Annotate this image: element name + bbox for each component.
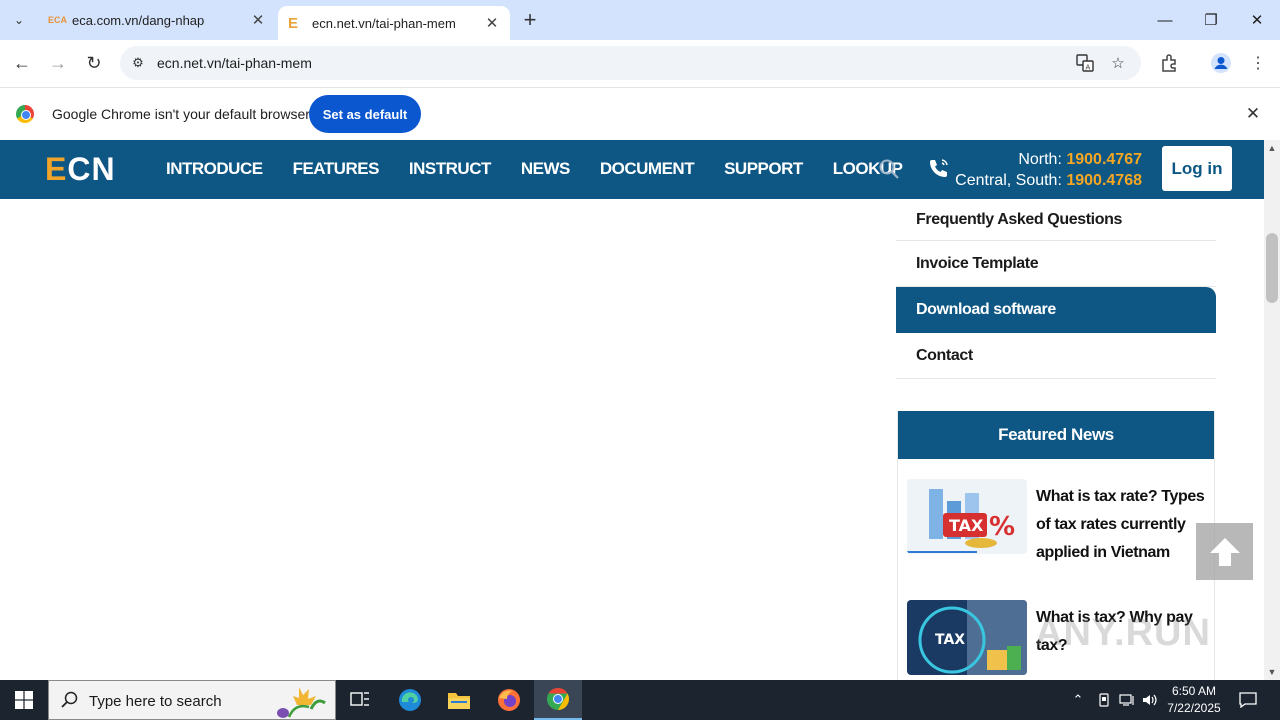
tab-eca[interactable]: ECA eca.com.vn/dang-nhap ✕ xyxy=(38,0,276,40)
scroll-down-arrow-icon[interactable]: ▼ xyxy=(1264,664,1280,680)
tab-title: eca.com.vn/dang-nhap xyxy=(72,12,205,28)
north-number[interactable]: 1900.4767 xyxy=(1066,151,1142,168)
svg-text:TAX: TAX xyxy=(935,632,965,648)
site-info-icon[interactable]: ⚙ xyxy=(128,53,148,73)
infobar-message: Google Chrome isn't your default browser xyxy=(52,106,310,122)
login-button[interactable]: Log in xyxy=(1162,146,1232,191)
search-highlight-icon xyxy=(277,687,326,718)
url-text: ecn.net.vn/tai-phan-mem xyxy=(157,55,312,71)
windows-logo-icon xyxy=(15,691,33,709)
nav-introduce[interactable]: INTRODUCE xyxy=(166,159,263,179)
chrome-taskbar-icon[interactable] xyxy=(534,680,582,720)
svg-text:TAX: TAX xyxy=(949,516,984,535)
clock-date: 7/22/2025 xyxy=(1167,701,1221,715)
sidebar-item-invoice-template[interactable]: Invoice Template xyxy=(896,241,1216,287)
search-icon[interactable] xyxy=(878,158,900,180)
phone-icon xyxy=(928,157,950,179)
tab-title: ecn.net.vn/tai-phan-mem xyxy=(312,15,456,31)
svg-text:A: A xyxy=(1086,64,1091,72)
ecn-favicon-icon: E xyxy=(288,14,299,32)
window-close-button[interactable]: ✕ xyxy=(1234,0,1280,40)
back-button[interactable]: ← xyxy=(7,48,37,78)
nav-instruct[interactable]: INSTRUCT xyxy=(409,159,491,179)
tab-strip: ⌄ ECA eca.com.vn/dang-nhap ✕ E ecn.net.v… xyxy=(0,0,1280,40)
scroll-up-arrow-icon[interactable]: ▲ xyxy=(1264,140,1280,156)
news-title[interactable]: What is tax rate? Types of tax rates cur… xyxy=(1036,483,1206,567)
eca-favicon-icon: ECA xyxy=(48,15,68,25)
anyrun-watermark: ANY.RUN xyxy=(1035,612,1211,654)
default-browser-infobar: Google Chrome isn't your default browser… xyxy=(0,87,1280,140)
profile-avatar-icon[interactable] xyxy=(1208,50,1234,76)
browser-toolbar: ← → ↻ ⚙ ecn.net.vn/tai-phan-mem A ☆ ⋮ xyxy=(0,40,1280,86)
south-number[interactable]: 1900.4768 xyxy=(1066,172,1142,189)
nav-features[interactable]: FEATURES xyxy=(293,159,380,179)
file-explorer-icon[interactable] xyxy=(435,680,483,720)
extensions-icon[interactable] xyxy=(1156,50,1182,76)
menu-kebab-icon[interactable]: ⋮ xyxy=(1245,50,1271,76)
start-button[interactable] xyxy=(0,680,48,720)
chrome-logo-icon xyxy=(16,105,34,123)
featured-news-heading: Featured News xyxy=(898,411,1214,459)
nav-news[interactable]: NEWS xyxy=(521,159,571,179)
svg-text:%: % xyxy=(989,512,1015,542)
south-label: Central, South: xyxy=(955,172,1062,189)
scroll-thumb[interactable] xyxy=(1266,233,1278,303)
windows-taskbar: Type here to search ⌃ 6:50 AM 7/22/2025 xyxy=(0,680,1280,720)
translate-icon[interactable]: A xyxy=(1075,53,1095,73)
close-icon[interactable]: ✕ xyxy=(1243,104,1263,124)
taskbar-search-placeholder: Type here to search xyxy=(89,693,222,710)
forward-button[interactable]: → xyxy=(43,48,73,78)
firefox-icon[interactable] xyxy=(485,680,533,720)
bookmark-star-icon[interactable]: ☆ xyxy=(1108,53,1128,73)
new-tab-button[interactable]: + xyxy=(518,7,542,32)
logo-letters: CN xyxy=(67,151,116,187)
set-as-default-button[interactable]: Set as default xyxy=(309,95,421,133)
tray-overflow-chevron-icon[interactable]: ⌃ xyxy=(1068,680,1088,720)
restore-button[interactable]: ❐ xyxy=(1188,0,1234,40)
news-thumbnail-tax[interactable]: TAX xyxy=(907,600,1027,675)
north-label: North: xyxy=(1018,151,1062,168)
minimize-button[interactable]: — xyxy=(1142,0,1188,40)
taskbar-search-box[interactable]: Type here to search xyxy=(48,680,336,720)
notifications-icon[interactable] xyxy=(1236,680,1260,720)
site-header: ECN INTRODUCE FEATURES INSTRUCT NEWS DOC… xyxy=(0,140,1264,199)
volume-icon[interactable] xyxy=(1140,680,1160,720)
nav-support[interactable]: SUPPORT xyxy=(724,159,803,179)
reload-button[interactable]: ↻ xyxy=(79,48,109,78)
search-icon xyxy=(61,691,78,708)
tray-device-icon[interactable] xyxy=(1094,680,1114,720)
news-thumbnail-tax-rate[interactable]: TAX % xyxy=(907,479,1027,554)
main-nav: INTRODUCE FEATURES INSTRUCT NEWS DOCUMEN… xyxy=(166,159,933,179)
network-icon[interactable] xyxy=(1117,680,1137,720)
nav-document[interactable]: DOCUMENT xyxy=(600,159,695,179)
tab-ecn[interactable]: E ecn.net.vn/tai-phan-mem ✕ xyxy=(278,6,510,40)
page-scrollbar[interactable]: ▲ ▼ xyxy=(1264,140,1280,680)
sidebar-item-contact[interactable]: Contact xyxy=(896,333,1216,379)
edge-icon[interactable] xyxy=(386,680,434,720)
ecn-logo[interactable]: ECN xyxy=(45,151,116,188)
close-icon[interactable]: ✕ xyxy=(248,10,268,30)
task-view-icon[interactable] xyxy=(336,680,384,720)
sidebar-item-faq[interactable]: Frequently Asked Questions xyxy=(896,199,1216,241)
sidebar-menu: Frequently Asked Questions Invoice Templ… xyxy=(896,199,1216,379)
chevron-down-icon: ⌄ xyxy=(13,13,25,27)
close-icon[interactable]: ✕ xyxy=(482,13,502,33)
tab-search-button[interactable]: ⌄ xyxy=(6,7,32,33)
hotline: North: 1900.4767 Central, South: 1900.47… xyxy=(955,149,1142,191)
address-bar[interactable]: ⚙ ecn.net.vn/tai-phan-mem A ☆ xyxy=(120,46,1141,80)
clock-time: 6:50 AM xyxy=(1171,684,1217,698)
back-to-top-button[interactable] xyxy=(1196,523,1253,580)
logo-letter-e: E xyxy=(45,151,68,187)
taskbar-clock[interactable]: 6:50 AM 7/22/2025 xyxy=(1160,683,1228,717)
sidebar-item-download-software[interactable]: Download software xyxy=(896,287,1216,333)
